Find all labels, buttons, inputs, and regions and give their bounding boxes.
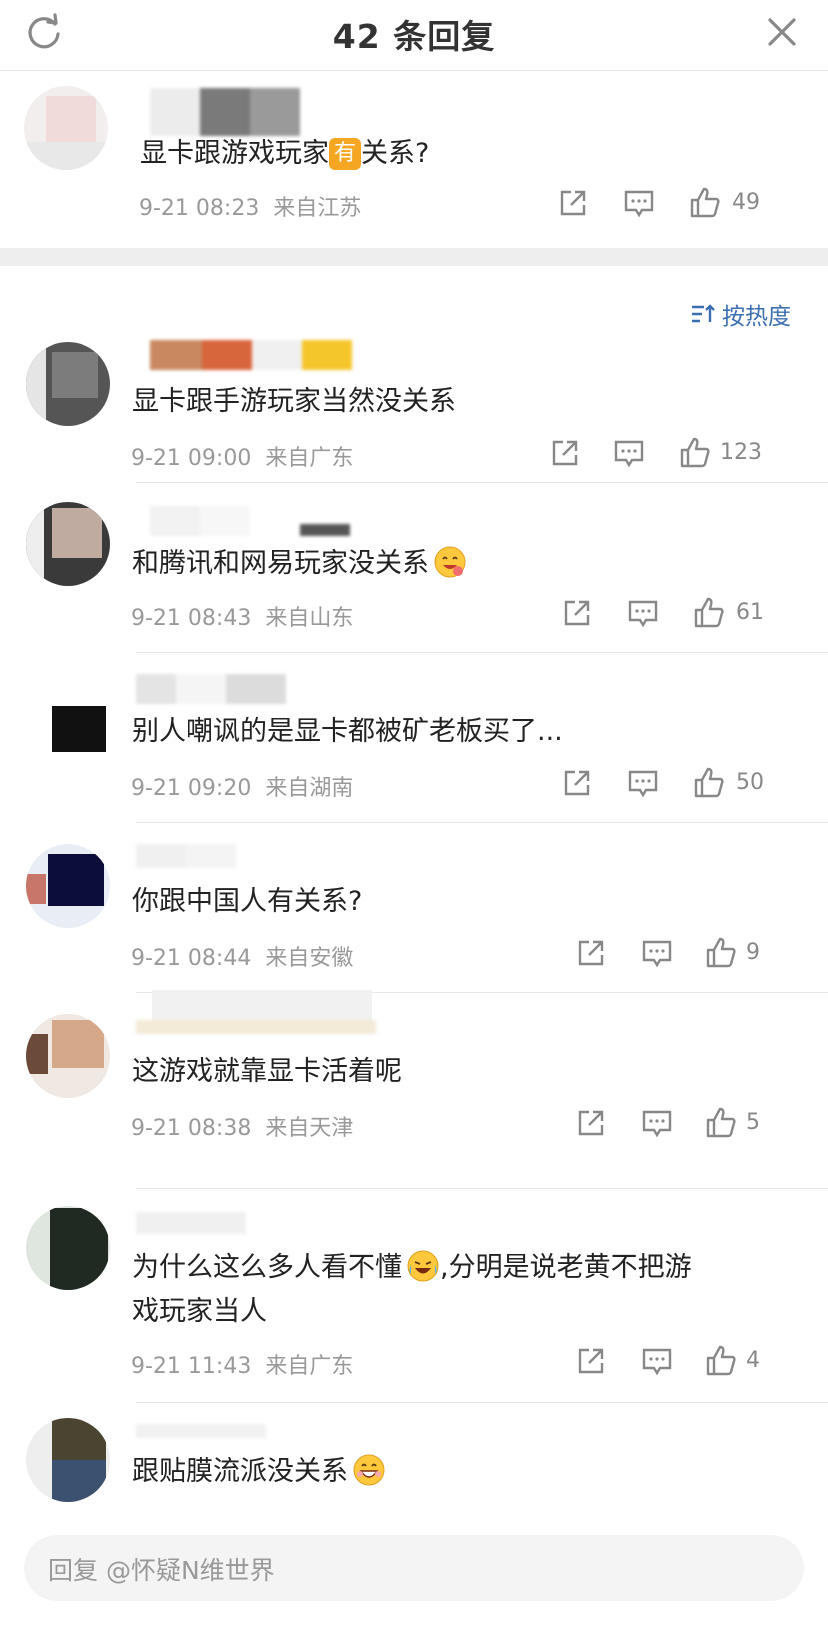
comment-icon[interactable] [622,186,656,220]
header: 42 条回复 [0,0,828,71]
avatar[interactable] [26,844,110,928]
comment-content: 显卡跟手游玩家当然没关系 [132,386,456,417]
avatar[interactable] [26,502,110,586]
divider [136,1188,828,1189]
comment-icon[interactable] [612,436,646,470]
divider [136,482,828,483]
comment-content: 显卡跟游戏玩家有关系? [140,138,430,170]
comment-meta: 9-21 08:44 来自安徽 [131,946,354,971]
like-icon[interactable] [704,936,738,970]
comment-content: 和腾讯和网易玩家没关系 [132,542,467,586]
like-count: 9 [746,940,760,965]
comment-meta: 9-21 08:43 来自山东 [131,606,354,631]
divider [136,1402,828,1403]
comment-icon[interactable] [626,766,660,800]
avatar[interactable] [24,86,108,170]
share-icon[interactable] [548,436,582,470]
grin-emoji-icon [353,1454,385,1486]
username-blurred[interactable] [136,674,286,704]
username-blurred[interactable] [150,506,350,536]
like-count: 5 [746,1110,760,1135]
avatar[interactable] [26,342,110,426]
avatar[interactable] [26,672,110,756]
badge: 有 [329,138,361,170]
like-icon[interactable] [692,596,726,630]
divider [136,652,828,653]
comment-icon[interactable] [640,936,674,970]
section-divider [0,248,828,266]
comment-icon[interactable] [640,1344,674,1378]
comment-content: 跟贴膜流派没关系 [132,1450,386,1494]
reply-input-placeholder: 回复 @怀疑N维世界 [48,1556,275,1585]
comment-content: 为什么这么多人看不懂 ,分明是说老黄不把游 戏玩家当人 [132,1246,812,1334]
comment-meta: 9-21 11:43 来自广东 [131,1354,354,1379]
list-item: 你跟中国人有关系? 9-21 08:44 来自安徽 9 [0,832,828,982]
like-count: 61 [736,600,764,625]
sort-button[interactable]: 按热度 [690,297,791,331]
comment-content: 你跟中国人有关系? [132,886,363,917]
comment-meta: 9-21 08:38 来自天津 [131,1116,354,1141]
share-icon[interactable] [574,1106,608,1140]
share-icon[interactable] [560,766,594,800]
divider [136,822,828,823]
share-icon[interactable] [560,596,594,630]
like-icon[interactable] [704,1344,738,1378]
username-blurred[interactable] [150,340,355,370]
close-icon[interactable] [762,12,802,52]
root-comment: 显卡跟游戏玩家有关系? 9-21 08:23 来自江苏 49 [0,70,828,248]
share-icon[interactable] [556,186,590,220]
yum-emoji-icon [434,546,466,578]
laugh-cry-emoji-icon [407,1250,439,1282]
username-blurred[interactable] [136,1020,376,1050]
comment-meta: 9-21 09:20 来自湖南 [131,776,354,801]
share-icon[interactable] [574,936,608,970]
comment-icon[interactable] [640,1106,674,1140]
like-icon[interactable] [692,766,726,800]
comment-content: 别人嘲讽的是显卡都被矿老板买了... [132,716,563,747]
list-item: 和腾讯和网易玩家没关系 9-21 08:43 来自山东 61 [0,492,828,642]
list-item: 显卡跟手游玩家当然没关系 9-21 09:00 来自广东 123 [0,330,828,480]
list-item: 跟贴膜流派没关系 [0,1412,828,1522]
reply-input[interactable]: 回复 @怀疑N维世界 [24,1535,804,1601]
like-icon[interactable] [688,186,722,220]
share-icon[interactable] [574,1344,608,1378]
username-blurred[interactable] [150,88,300,136]
like-count: 50 [736,770,764,795]
comment-content: 这游戏就靠显卡活着呢 [132,1056,402,1087]
list-item: 别人嘲讽的是显卡都被矿老板买了... 9-21 09:20 来自湖南 50 [0,662,828,812]
list-item: 这游戏就靠显卡活着呢 9-21 08:38 来自天津 5 [0,1002,828,1152]
sort-icon [692,304,715,323]
like-icon[interactable] [704,1106,738,1140]
avatar[interactable] [26,1418,110,1502]
comment-icon[interactable] [626,596,660,630]
like-count: 123 [720,440,762,465]
like-count: 49 [732,190,760,215]
page-title: 42 条回复 [332,17,496,56]
like-count: 4 [746,1348,760,1373]
username-blurred[interactable] [136,1212,246,1242]
like-icon[interactable] [678,436,712,470]
avatar[interactable] [26,1206,110,1290]
list-item: 为什么这么多人看不懂 ,分明是说老黄不把游 戏玩家当人 9-21 11:43 来自广… [0,1198,828,1398]
comment-meta: 9-21 09:00 来自广东 [131,446,354,471]
comment-meta: 9-21 08:23 来自江苏 [139,196,362,221]
username-blurred[interactable] [136,844,236,874]
avatar[interactable] [26,1014,110,1098]
